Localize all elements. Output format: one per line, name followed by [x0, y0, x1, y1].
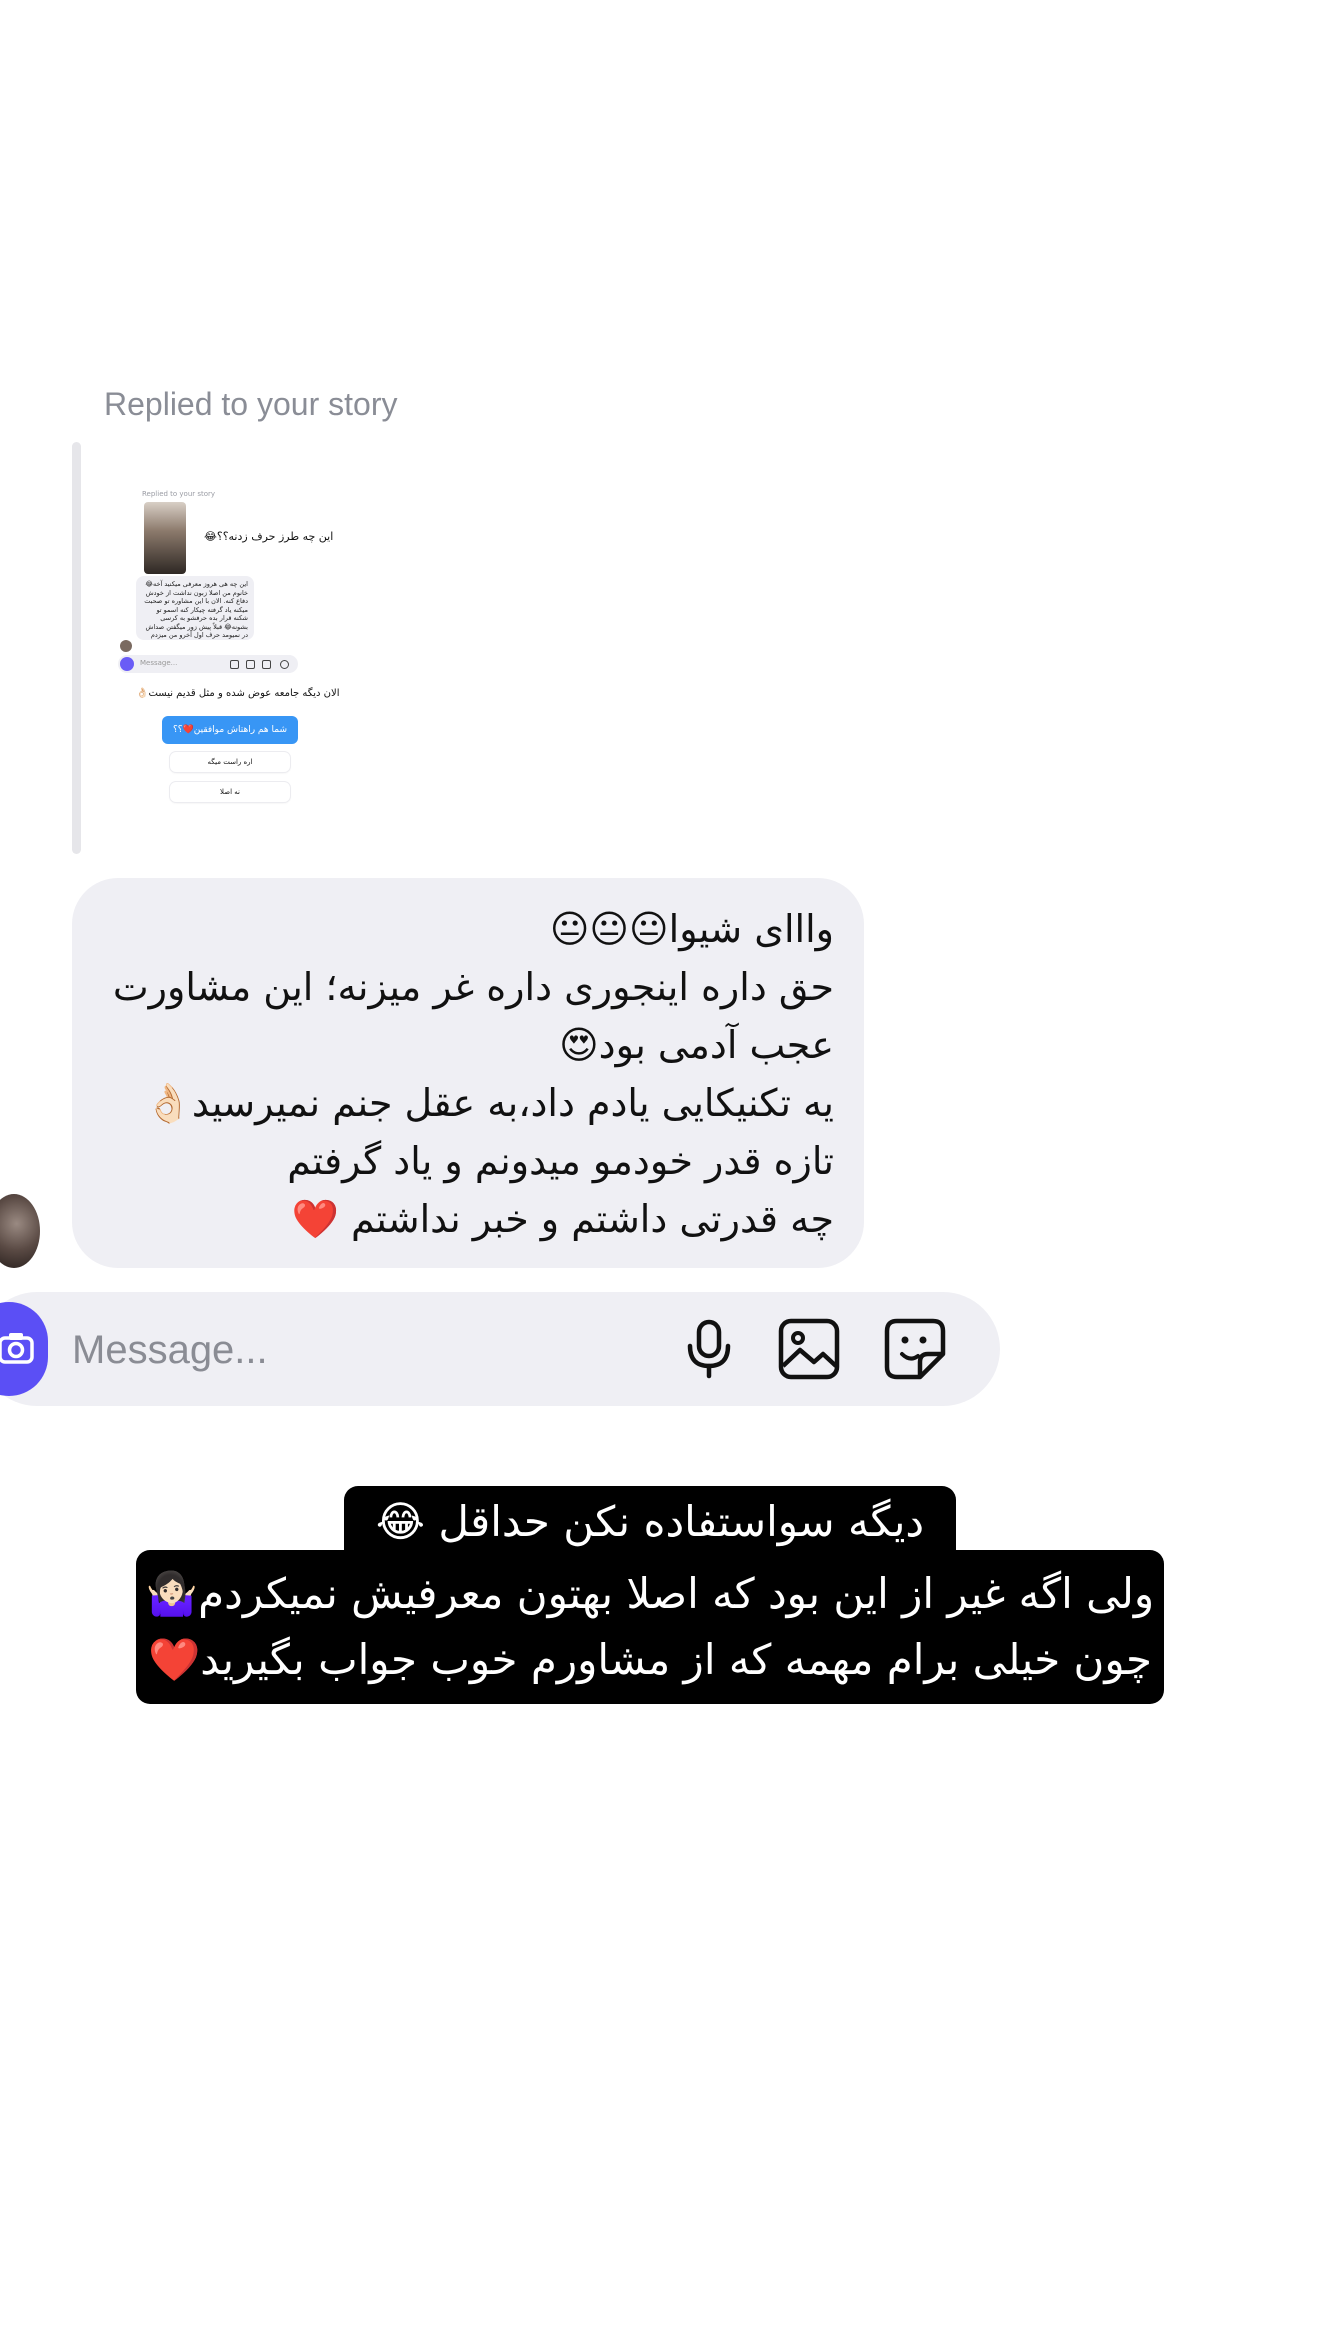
story-preview-sticker-icon [262, 660, 271, 669]
story-preview[interactable]: Replied to your story این چه طرز حرف زدن… [106, 480, 356, 820]
story-preview-bubble: این چه هی هروز معرفی میکنید آخه😂 خانوم م… [136, 576, 254, 640]
story-preview-avatar [120, 640, 132, 652]
story-preview-camera-icon [120, 657, 134, 671]
message-input[interactable] [72, 1322, 632, 1378]
story-preview-poll-question: شما هم راهتاش موافقین❤️؟؟ [162, 716, 298, 744]
message-line: وااای شیوا😐😐😐 [549, 907, 834, 951]
story-preview-gallery-icon [246, 660, 255, 669]
story-preview-photo [144, 502, 186, 574]
caption-line: دیگه سواستفاده نکن حداقل 😂 [344, 1486, 956, 1558]
message-bubble[interactable]: وااای شیوا😐😐😐 حق داره اینجوری داره غر می… [72, 878, 864, 1268]
story-preview-poll-option: اره راست میگه [170, 752, 290, 772]
replied-to-story-label: Replied to your story [104, 386, 398, 422]
story-preview-plus-icon [280, 660, 289, 669]
sender-avatar[interactable] [0, 1194, 40, 1268]
sticker-icon[interactable] [882, 1316, 948, 1382]
caption-line: ولی اگه غیر از این بود که اصلا بهتون معر… [145, 1569, 1155, 1618]
message-line: چه قدرتی داشتم و خبر نداشتم ❤️ [291, 1197, 834, 1241]
story-preview-text: الان دیگه جامعه عوض شده و مثل قدیم نیست👌… [136, 688, 340, 699]
story-preview-question: این چه طرز حرف زدنه؟؟😂 [204, 530, 334, 543]
message-line: تازه قدر خودمو میدونم و یاد گرفتم [287, 1139, 834, 1183]
microphone-icon[interactable] [676, 1316, 742, 1382]
message-line: عجب آدمی بود😍 [559, 1023, 834, 1067]
story-preview-mic-icon [230, 660, 239, 669]
caption-line: چون خیلی برام مهمه که از مشاورم خوب جواب… [147, 1635, 1153, 1684]
camera-icon [0, 1333, 34, 1364]
story-preview-composer: Message... [118, 655, 298, 673]
gallery-icon[interactable] [776, 1316, 842, 1382]
story-preview-replied-label: Replied to your story [142, 490, 216, 498]
story-preview-poll-option: نه اصلا [170, 782, 290, 802]
message-line: یه تکنیکایی یادم داد،به عقل جنم نمیرسید👌… [144, 1081, 834, 1125]
message-line: حق داره اینجوری داره غر میزنه؛ این مشاور… [112, 965, 834, 1009]
reply-quote-bar [72, 442, 81, 854]
story-preview-placeholder: Message... [140, 659, 178, 667]
